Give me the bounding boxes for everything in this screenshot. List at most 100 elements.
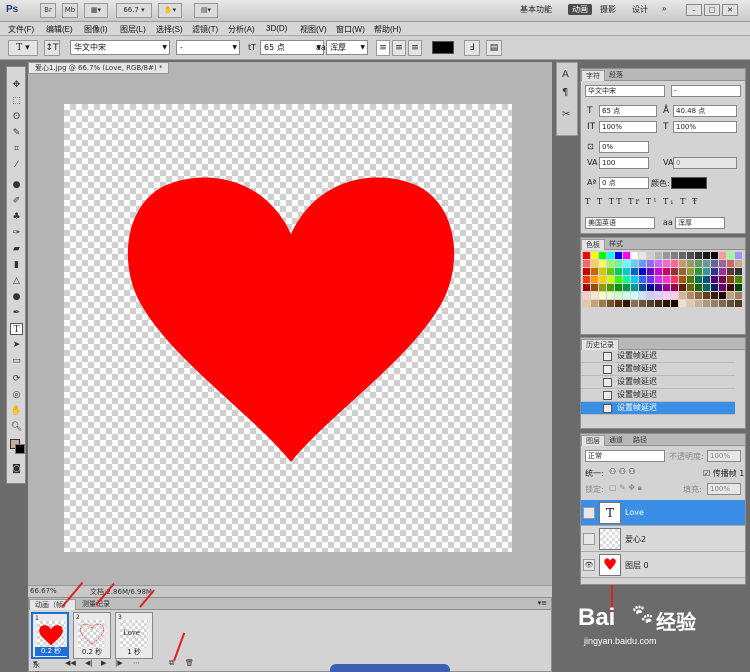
animation-frame-1[interactable]: 1 0.2 秒 — [31, 612, 69, 659]
panel-menu-icon[interactable]: ▾≡ — [538, 599, 547, 607]
color-swatch[interactable] — [583, 292, 591, 300]
color-swatch[interactable] — [687, 292, 695, 300]
type-tool-icon[interactable]: T — [10, 323, 23, 335]
workspace-design[interactable]: 设计 — [632, 4, 648, 15]
history-item[interactable]: 设置帧延迟 — [581, 363, 735, 376]
3d-rotate-tool-icon[interactable]: ⟳ — [10, 373, 23, 385]
color-swatch[interactable] — [679, 292, 687, 300]
color-swatch[interactable] — [639, 260, 647, 268]
eraser-tool-icon[interactable]: ▰ — [10, 243, 23, 255]
color-swatch[interactable] — [631, 252, 639, 260]
layer-row-love[interactable]: T Love — [581, 500, 745, 526]
align-right-button[interactable]: ≡ — [408, 40, 422, 56]
color-swatch[interactable] — [735, 276, 743, 284]
tab-animation[interactable]: 动画（帧） — [29, 599, 76, 610]
color-swatch[interactable] — [727, 252, 735, 260]
dodge-tool-icon[interactable]: ● — [10, 291, 23, 303]
color-swatch[interactable] — [719, 292, 727, 300]
healing-brush-tool-icon[interactable]: ● — [10, 179, 23, 191]
color-swatch[interactable] — [631, 284, 639, 292]
blur-tool-icon[interactable]: △ — [10, 275, 23, 287]
history-item[interactable]: 设置帧延迟 — [581, 376, 735, 389]
document-tab[interactable]: 爱心1.jpg @ 66.7% (Love, RGB/8#) * — [28, 62, 170, 74]
color-swatch[interactable] — [607, 268, 615, 276]
doc-size-readout[interactable]: 文档:2.86M/6.98M — [90, 587, 152, 597]
char-font-family-select[interactable]: 华文中宋 — [585, 85, 665, 97]
color-swatch[interactable] — [623, 260, 631, 268]
color-swatch[interactable] — [647, 276, 655, 284]
type-tool-preset[interactable]: T ▾ — [8, 40, 38, 56]
color-swatch[interactable] — [591, 268, 599, 276]
background-color-swatch[interactable] — [15, 444, 25, 454]
color-swatch[interactable] — [711, 284, 719, 292]
animation-frame-3[interactable]: 3 Love 1 秒 — [115, 612, 153, 659]
color-swatch[interactable] — [623, 268, 631, 276]
color-swatch[interactable] — [663, 284, 671, 292]
font-family-select[interactable]: 华文中宋 ▼ — [70, 40, 170, 55]
color-swatch[interactable] — [663, 300, 671, 308]
color-swatch[interactable] — [591, 292, 599, 300]
menu-filter[interactable]: 滤镜(T) — [192, 24, 218, 35]
eye-icon[interactable]: 👁︎ — [583, 559, 595, 571]
tab-character[interactable]: 字符 — [581, 70, 605, 81]
character-panel-icon[interactable]: A — [562, 69, 569, 80]
text-color-swatch[interactable] — [432, 41, 454, 54]
color-swatch[interactable] — [703, 268, 711, 276]
color-swatch[interactable] — [687, 284, 695, 292]
color-swatch[interactable] — [671, 260, 679, 268]
zoom-level-select[interactable]: 66.7 ▾ — [116, 3, 152, 18]
color-swatch[interactable] — [647, 268, 655, 276]
color-swatch[interactable] — [671, 252, 679, 260]
maximize-icon[interactable]: □ — [704, 4, 720, 16]
menu-view[interactable]: 视图(V) — [300, 24, 327, 35]
color-swatch[interactable] — [639, 276, 647, 284]
opacity-input[interactable]: 100% — [707, 450, 741, 462]
menu-help[interactable]: 帮助(H) — [374, 24, 401, 35]
color-swatch[interactable] — [599, 292, 607, 300]
color-swatch[interactable] — [639, 252, 647, 260]
color-swatch[interactable] — [727, 300, 735, 308]
layer-visibility-toggle[interactable] — [583, 507, 595, 519]
color-swatch[interactable] — [599, 252, 607, 260]
color-swatch[interactable] — [695, 252, 703, 260]
color-swatch[interactable] — [679, 268, 687, 276]
font-size-select[interactable]: 65 点 ▼ — [260, 40, 324, 55]
tab-styles[interactable]: 样式 — [605, 239, 627, 249]
minimize-icon[interactable]: – — [686, 4, 702, 16]
color-swatch[interactable] — [631, 268, 639, 276]
color-swatch[interactable] — [703, 292, 711, 300]
color-swatch[interactable] — [615, 300, 623, 308]
superscript-button[interactable]: T¹ — [646, 197, 659, 206]
color-swatch[interactable] — [647, 260, 655, 268]
char-kerning-select[interactable]: 0 — [673, 157, 737, 169]
color-swatch[interactable] — [615, 268, 623, 276]
color-swatch[interactable] — [679, 284, 687, 292]
menu-layer[interactable]: 图层(L) — [120, 24, 146, 35]
color-swatch[interactable] — [631, 260, 639, 268]
color-swatch[interactable] — [671, 300, 679, 308]
color-swatch[interactable] — [615, 276, 623, 284]
color-swatch[interactable] — [599, 284, 607, 292]
color-swatch[interactable] — [623, 252, 631, 260]
zoom-readout[interactable]: 66.67% — [30, 587, 57, 595]
blend-mode-select[interactable]: 正常 — [585, 450, 665, 462]
color-swatch[interactable] — [727, 260, 735, 268]
eyedropper-tool-icon[interactable]: ⁄ — [10, 159, 23, 171]
color-swatch[interactable] — [607, 252, 615, 260]
color-swatch[interactable] — [671, 292, 679, 300]
tab-history[interactable]: 历史记录 — [581, 339, 619, 350]
minibridge-button[interactable]: Mb — [62, 3, 78, 18]
char-vscale-input[interactable]: 100% — [599, 121, 657, 133]
char-baseline-input[interactable]: 0 点 — [599, 177, 649, 189]
color-swatch[interactable] — [655, 292, 663, 300]
next-frame-icon[interactable]: |▶ — [115, 659, 123, 667]
workspace-essentials[interactable]: 基本功能 — [520, 4, 552, 15]
color-swatch[interactable] — [623, 276, 631, 284]
color-swatch[interactable] — [655, 268, 663, 276]
color-swatch[interactable] — [695, 276, 703, 284]
fill-input[interactable]: 100% — [707, 483, 741, 495]
color-swatch[interactable] — [735, 260, 743, 268]
color-swatch[interactable] — [687, 252, 695, 260]
underline-button[interactable]: T — [680, 197, 687, 206]
char-color-swatch[interactable] — [671, 177, 707, 189]
